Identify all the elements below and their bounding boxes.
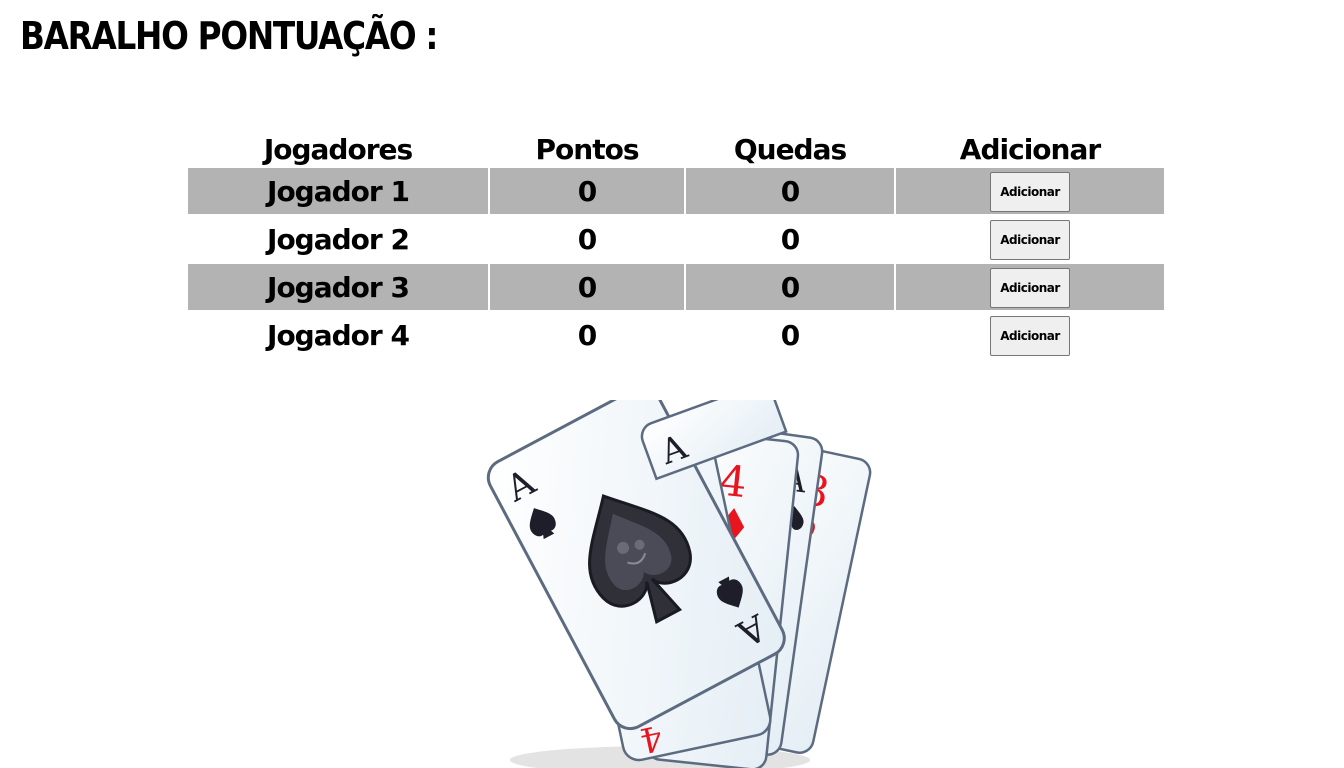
playing-cards-icon: 3 A 4 4 A (486, 400, 872, 768)
player-name: Jogador 3 (188, 264, 488, 310)
table-row: Jogador 3 0 0 Adicionar (188, 264, 1164, 310)
table-row: Jogador 2 0 0 Adicionar (188, 216, 1164, 262)
add-cell: Adicionar (896, 312, 1164, 358)
score-table: Jogadores Pontos Quedas Adicionar Jogado… (186, 122, 1166, 360)
player-points: 0 (490, 168, 684, 214)
add-button[interactable]: Adicionar (990, 220, 1070, 260)
header-players: Jogadores (263, 133, 413, 166)
add-cell: Adicionar (896, 216, 1164, 262)
table-header-row: Jogadores Pontos Quedas Adicionar (188, 124, 1164, 166)
add-cell: Adicionar (896, 264, 1164, 310)
playing-cards-illustration: 3 A 4 4 A (470, 400, 880, 768)
player-points: 0 (577, 222, 597, 256)
add-button[interactable]: Adicionar (990, 316, 1070, 356)
player-name: Jogador 2 (267, 222, 410, 256)
player-falls: 0 (780, 222, 800, 256)
header-add: Adicionar (959, 133, 1101, 166)
player-name: Jogador 1 (188, 168, 488, 214)
page-title: BARALHO PONTUAÇÃO : (20, 14, 438, 58)
add-cell: Adicionar (896, 168, 1164, 214)
player-points: 0 (490, 264, 684, 310)
table-row: Jogador 1 0 0 Adicionar (188, 168, 1164, 214)
add-button[interactable]: Adicionar (990, 172, 1070, 212)
player-falls: 0 (686, 168, 894, 214)
header-falls: Quedas (733, 133, 847, 166)
player-points: 0 (577, 318, 597, 352)
player-falls: 0 (686, 264, 894, 310)
add-button[interactable]: Adicionar (990, 268, 1070, 308)
player-name: Jogador 4 (267, 318, 410, 352)
table-row: Jogador 4 0 0 Adicionar (188, 312, 1164, 358)
player-falls: 0 (780, 318, 800, 352)
header-points: Pontos (535, 133, 640, 166)
